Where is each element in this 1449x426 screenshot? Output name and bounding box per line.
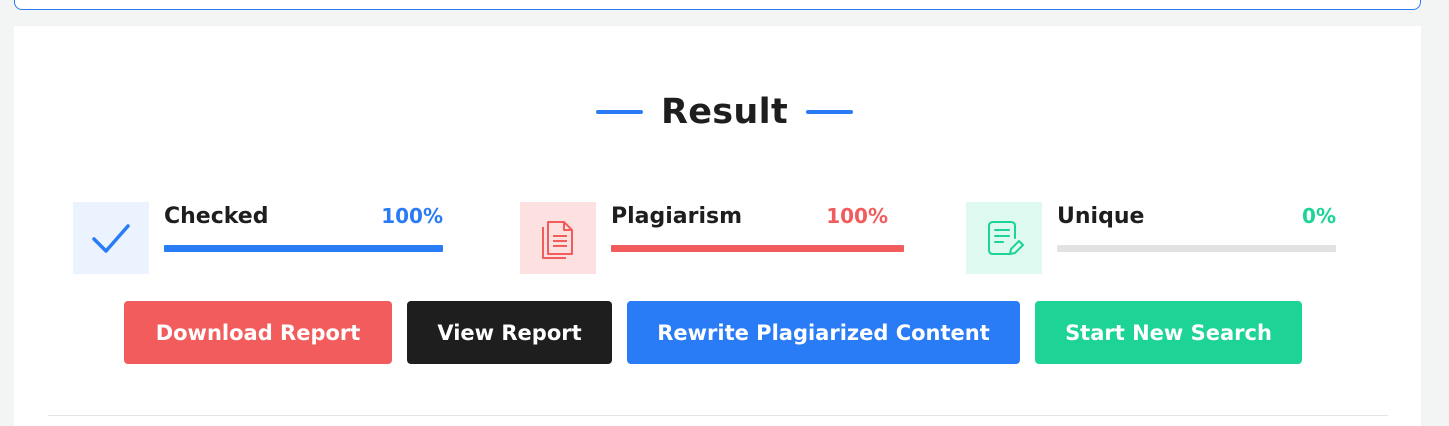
stat-unique: Unique 0% xyxy=(966,202,1338,276)
plagiarism-value: 100% xyxy=(826,204,888,228)
download-report-button[interactable]: Download Report xyxy=(124,301,392,364)
checkmark-icon xyxy=(92,224,130,253)
top-input-box-edge xyxy=(14,0,1421,10)
unique-icon-box xyxy=(966,202,1042,274)
checked-icon-box xyxy=(73,202,149,274)
rewrite-plagiarized-content-button[interactable]: Rewrite Plagiarized Content xyxy=(627,301,1020,364)
edit-document-icon xyxy=(988,221,1024,255)
heading-left-line xyxy=(596,110,644,114)
unique-value: 0% xyxy=(1302,204,1336,228)
unique-progress-bar xyxy=(1057,245,1336,252)
view-report-button[interactable]: View Report xyxy=(407,301,612,364)
stat-checked: Checked 100% xyxy=(73,202,445,276)
checked-label: Checked xyxy=(164,204,269,229)
plagiarism-progress-bar xyxy=(611,245,904,252)
plagiarism-progress-fill xyxy=(611,245,904,252)
divider xyxy=(48,415,1388,416)
unique-label: Unique xyxy=(1057,204,1145,229)
result-heading: Result xyxy=(0,90,1449,134)
stat-plagiarism: Plagiarism 100% xyxy=(520,202,906,276)
plagiarism-label: Plagiarism xyxy=(611,204,743,229)
checked-progress-bar xyxy=(164,245,443,252)
plagiarism-icon-box xyxy=(520,202,596,274)
checked-progress-fill xyxy=(164,245,443,252)
checked-value: 100% xyxy=(381,204,443,228)
copy-documents-icon xyxy=(542,221,573,259)
heading-right-line xyxy=(805,110,853,114)
start-new-search-button[interactable]: Start New Search xyxy=(1035,301,1302,364)
result-title: Result xyxy=(661,92,788,132)
